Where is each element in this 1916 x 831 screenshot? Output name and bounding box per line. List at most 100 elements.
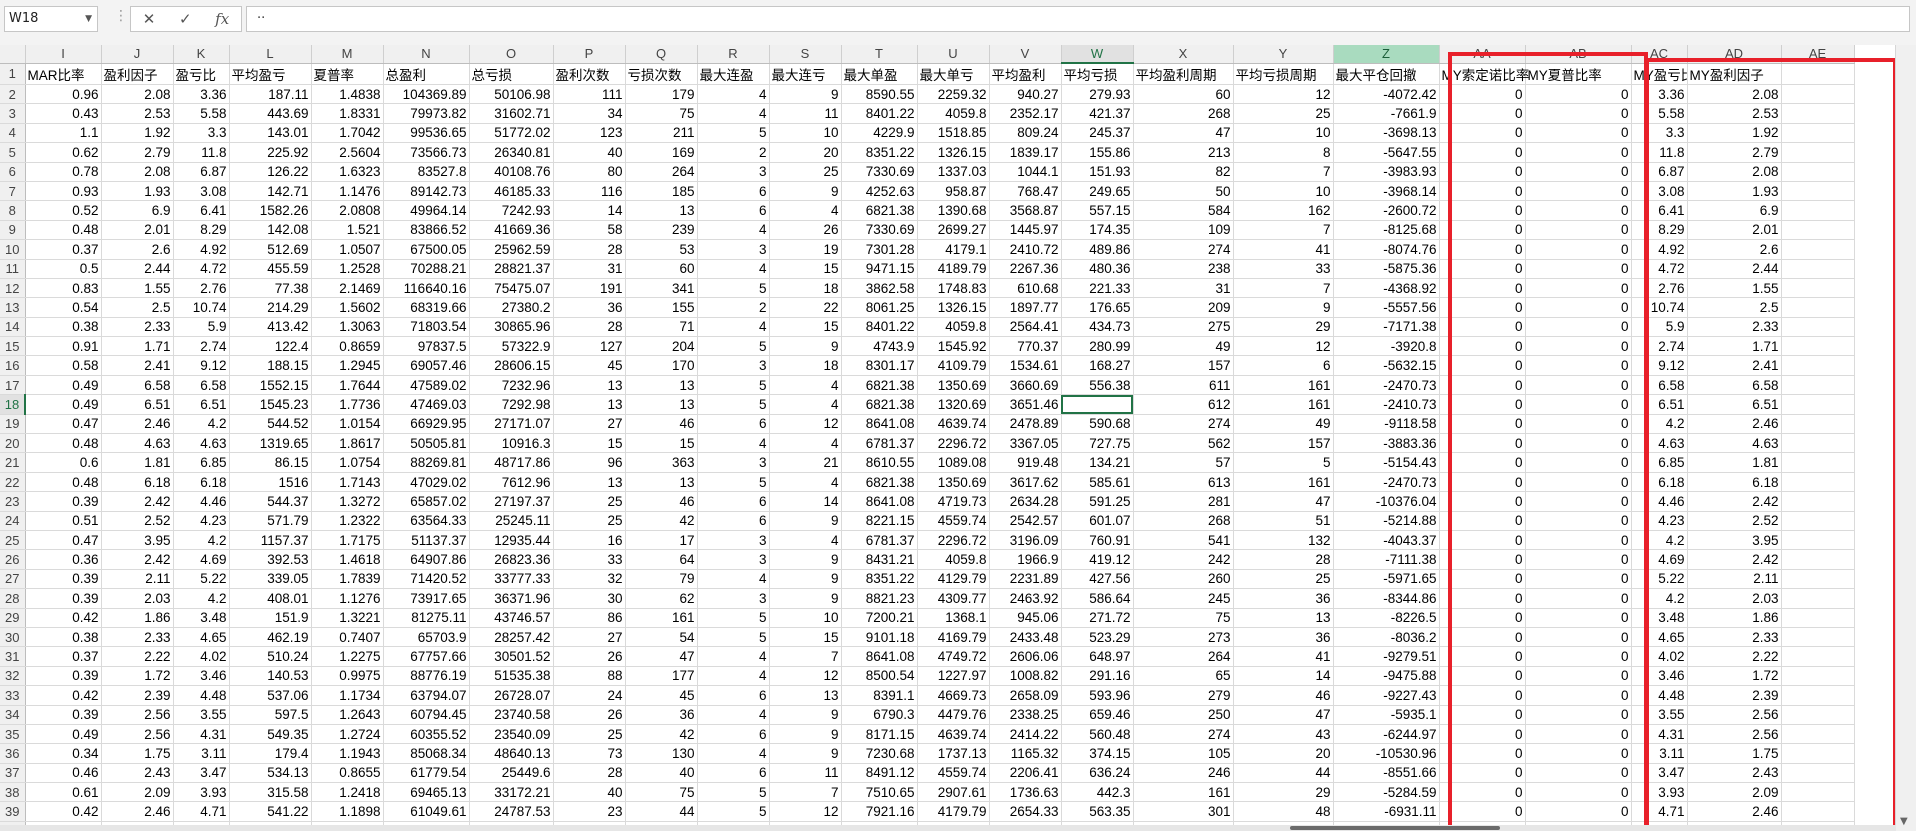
cell-v26[interactable]: 1966.9	[989, 549, 1062, 570]
cell-i7[interactable]: 0.93	[25, 181, 102, 202]
cell-l23[interactable]: 544.37	[229, 491, 312, 512]
row-number[interactable]: 25	[0, 530, 26, 551]
cell-y22[interactable]: 161	[1233, 472, 1334, 493]
header-cell[interactable]: 最大平仓回撤	[1333, 63, 1440, 85]
cell-x27[interactable]: 260	[1133, 569, 1234, 590]
cell-x3[interactable]: 268	[1133, 103, 1234, 124]
cell-n17[interactable]: 47589.02	[383, 375, 470, 396]
cell-ac21[interactable]: 6.85	[1631, 452, 1688, 473]
cell-p2[interactable]: 111	[553, 84, 626, 105]
cell-j9[interactable]: 2.01	[101, 220, 174, 241]
cell-y17[interactable]: 161	[1233, 375, 1334, 396]
cell-aa28[interactable]: 0	[1439, 588, 1526, 609]
cell-v37[interactable]: 2206.41	[989, 763, 1062, 784]
cell-aa3[interactable]: 0	[1439, 103, 1526, 124]
cell-ab24[interactable]: 0	[1525, 511, 1632, 531]
cell-r29[interactable]: 5	[697, 608, 770, 628]
cell-ab14[interactable]: 0	[1525, 317, 1632, 338]
cell-k39[interactable]: 4.71	[173, 801, 230, 822]
cell-ac12[interactable]: 2.76	[1631, 278, 1688, 299]
cell-ad21[interactable]: 1.81	[1687, 452, 1782, 473]
cell-ab16[interactable]: 0	[1525, 355, 1632, 376]
cell-w12[interactable]: 221.33	[1061, 278, 1134, 299]
cell-m9[interactable]: 1.521	[311, 220, 384, 241]
cell-w24[interactable]: 601.07	[1061, 511, 1134, 531]
cell-ae27[interactable]	[1781, 569, 1855, 590]
cell-j27[interactable]: 2.11	[101, 569, 174, 590]
cell-j25[interactable]: 3.95	[101, 530, 174, 551]
cell-w23[interactable]: 591.25	[1061, 491, 1134, 512]
row-number[interactable]: 37	[0, 763, 26, 784]
cell-aa31[interactable]: 0	[1439, 646, 1526, 667]
cell-p34[interactable]: 26	[553, 705, 626, 725]
cell-t11[interactable]: 9471.15	[841, 259, 918, 279]
cell-ac27[interactable]: 5.22	[1631, 569, 1688, 590]
cell-r26[interactable]: 3	[697, 549, 770, 570]
column-header-x[interactable]: X	[1133, 45, 1234, 64]
cell-y30[interactable]: 36	[1233, 627, 1334, 648]
cell-u30[interactable]: 4169.79	[917, 627, 990, 648]
cell-p8[interactable]: 14	[553, 200, 626, 221]
cell-u28[interactable]: 4309.77	[917, 588, 990, 609]
cell-y37[interactable]: 44	[1233, 763, 1334, 784]
cell-w19[interactable]: 590.68	[1061, 414, 1134, 435]
cell-n27[interactable]: 71420.52	[383, 569, 470, 590]
cell-z15[interactable]: -3920.8	[1333, 336, 1440, 357]
cell-n31[interactable]: 67757.66	[383, 646, 470, 667]
cell-w7[interactable]: 249.65	[1061, 181, 1134, 202]
cell-i10[interactable]: 0.37	[25, 239, 102, 260]
cell-ab17[interactable]: 0	[1525, 375, 1632, 396]
cell-n38[interactable]: 69465.13	[383, 782, 470, 803]
cell-j36[interactable]: 1.75	[101, 743, 174, 764]
cell-m14[interactable]: 1.3063	[311, 317, 384, 338]
cell-k12[interactable]: 2.76	[173, 278, 230, 299]
cell-ad16[interactable]: 2.41	[1687, 355, 1782, 376]
row-number[interactable]: 28	[0, 588, 26, 609]
cell-w17[interactable]: 556.38	[1061, 375, 1134, 396]
cell-p10[interactable]: 28	[553, 239, 626, 260]
cell-o23[interactable]: 27197.37	[469, 491, 554, 512]
cell-u23[interactable]: 4719.73	[917, 491, 990, 512]
cell-y5[interactable]: 8	[1233, 142, 1334, 163]
cell-w26[interactable]: 419.12	[1061, 549, 1134, 570]
cell-p17[interactable]: 13	[553, 375, 626, 396]
cell-r17[interactable]: 5	[697, 375, 770, 396]
row-number[interactable]: 34	[0, 705, 26, 725]
cell-n18[interactable]: 47469.03	[383, 394, 470, 415]
cell-ab10[interactable]: 0	[1525, 239, 1632, 260]
cell-q9[interactable]: 239	[625, 220, 698, 241]
cell-t29[interactable]: 7200.21	[841, 608, 918, 628]
cell-j22[interactable]: 6.18	[101, 472, 174, 493]
cell-n26[interactable]: 64907.86	[383, 549, 470, 570]
cell-s8[interactable]: 4	[769, 200, 842, 221]
cell-n25[interactable]: 51137.37	[383, 530, 470, 551]
row-number[interactable]: 23	[0, 491, 26, 512]
row-number[interactable]: 16	[0, 355, 26, 376]
cell-t26[interactable]: 8431.21	[841, 549, 918, 570]
cell-y2[interactable]: 12	[1233, 84, 1334, 105]
cell-o5[interactable]: 26340.81	[469, 142, 554, 163]
cell-ab12[interactable]: 0	[1525, 278, 1632, 299]
cell-ae14[interactable]	[1781, 317, 1855, 338]
cell-n32[interactable]: 88776.19	[383, 666, 470, 687]
cell-i14[interactable]: 0.38	[25, 317, 102, 338]
cell-t25[interactable]: 6781.37	[841, 530, 918, 551]
cell-aa33[interactable]: 0	[1439, 685, 1526, 706]
cell-x2[interactable]: 60	[1133, 84, 1234, 105]
cell-t12[interactable]: 3862.58	[841, 278, 918, 299]
cell-l14[interactable]: 413.42	[229, 317, 312, 338]
cell-s23[interactable]: 14	[769, 491, 842, 512]
cell-ab38[interactable]: 0	[1525, 782, 1632, 803]
cell-s18[interactable]: 4	[769, 394, 842, 415]
cell-y25[interactable]: 132	[1233, 530, 1334, 551]
cell-l37[interactable]: 534.13	[229, 763, 312, 784]
cell-s33[interactable]: 13	[769, 685, 842, 706]
cell-ad8[interactable]: 6.9	[1687, 200, 1782, 221]
cell-n36[interactable]: 85068.34	[383, 743, 470, 764]
cell-r10[interactable]: 3	[697, 239, 770, 260]
cell-o19[interactable]: 27171.07	[469, 414, 554, 435]
cell-ae28[interactable]	[1781, 588, 1855, 609]
cell-n15[interactable]: 97837.5	[383, 336, 470, 357]
cell-m38[interactable]: 1.2418	[311, 782, 384, 803]
cell-l6[interactable]: 126.22	[229, 162, 312, 182]
